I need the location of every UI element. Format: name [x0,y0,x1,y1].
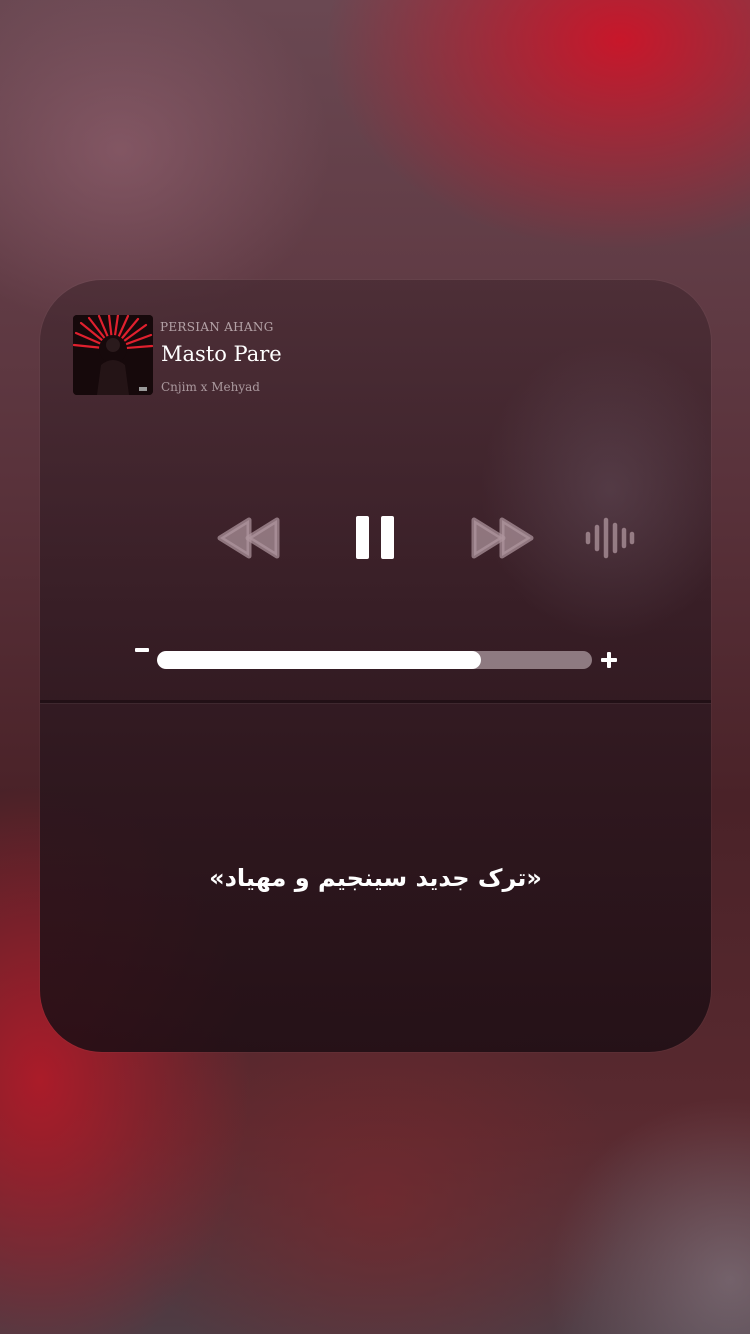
waveform-icon [585,517,635,559]
track-artist: Cnjim x Mehyad [161,380,260,394]
pause-button[interactable] [355,514,395,562]
source-label: PERSIAN AHANG [160,320,274,334]
divider [40,700,711,703]
rewind-icon [217,517,280,559]
rewind-button[interactable] [216,514,282,562]
card-glow [480,340,711,640]
album-artwork[interactable] [73,315,153,395]
audio-output-button[interactable] [585,514,635,562]
volume-slider-fill [157,651,482,669]
pause-icon [356,516,394,559]
volume-slider[interactable] [157,651,592,669]
fast-forward-button[interactable] [469,514,535,562]
volume-plus-icon [601,652,617,668]
volume-minus-icon [135,648,149,652]
caption-text: «ترک جدید سینجیم و مهیاد» [209,864,542,892]
now-playing-widget: PERSIAN AHANG Masto Pare Cnjim x Mehyad [40,280,711,1052]
fast-forward-icon [471,517,534,559]
track-title: Masto Pare [161,342,282,366]
